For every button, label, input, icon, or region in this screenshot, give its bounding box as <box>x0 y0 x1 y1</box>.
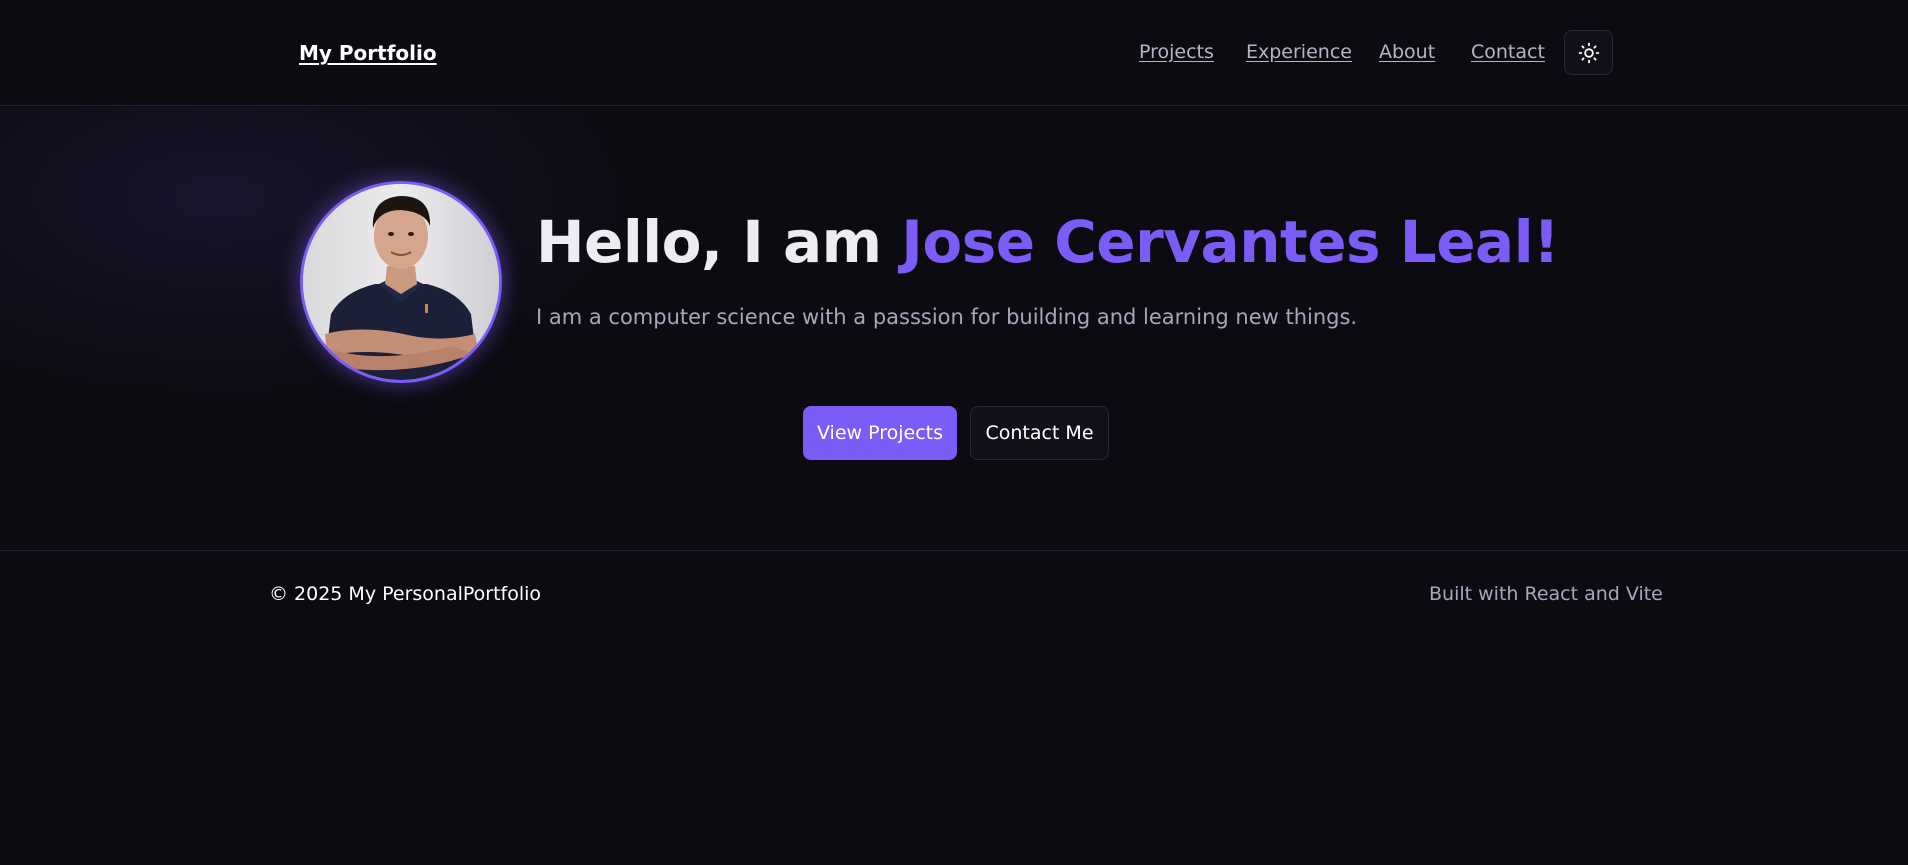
profile-avatar <box>300 181 502 383</box>
hero-section: Hello, I am Jose Cervantes Leal! I am a … <box>0 107 1908 551</box>
nav-link-contact[interactable]: Contact <box>1471 41 1545 63</box>
profile-photo <box>303 184 499 380</box>
nav-link-projects[interactable]: Projects <box>1139 41 1214 63</box>
contact-me-button[interactable]: Contact Me <box>970 406 1109 460</box>
hero-subtitle: I am a computer science with a passsion … <box>536 305 1358 329</box>
sun-icon <box>1578 42 1599 63</box>
page: My Portfolio Projects Experience About C… <box>0 0 1908 865</box>
nav-link-experience[interactable]: Experience <box>1246 41 1352 63</box>
brand-link[interactable]: My Portfolio <box>299 41 437 65</box>
nav-link-about[interactable]: About <box>1379 41 1435 63</box>
view-projects-button[interactable]: View Projects <box>803 406 957 460</box>
site-header: My Portfolio Projects Experience About C… <box>0 0 1908 106</box>
footer-copyright: © 2025 My PersonalPortfolio <box>269 583 542 605</box>
hero-heading: Hello, I am Jose Cervantes Leal! <box>536 213 1560 271</box>
hero-heading-prefix: Hello, I am <box>536 208 902 276</box>
hero-heading-name: Jose Cervantes Leal! <box>901 208 1560 276</box>
footer-built-with: Built with React and Vite <box>1429 583 1663 605</box>
theme-toggle-button[interactable] <box>1564 30 1613 75</box>
